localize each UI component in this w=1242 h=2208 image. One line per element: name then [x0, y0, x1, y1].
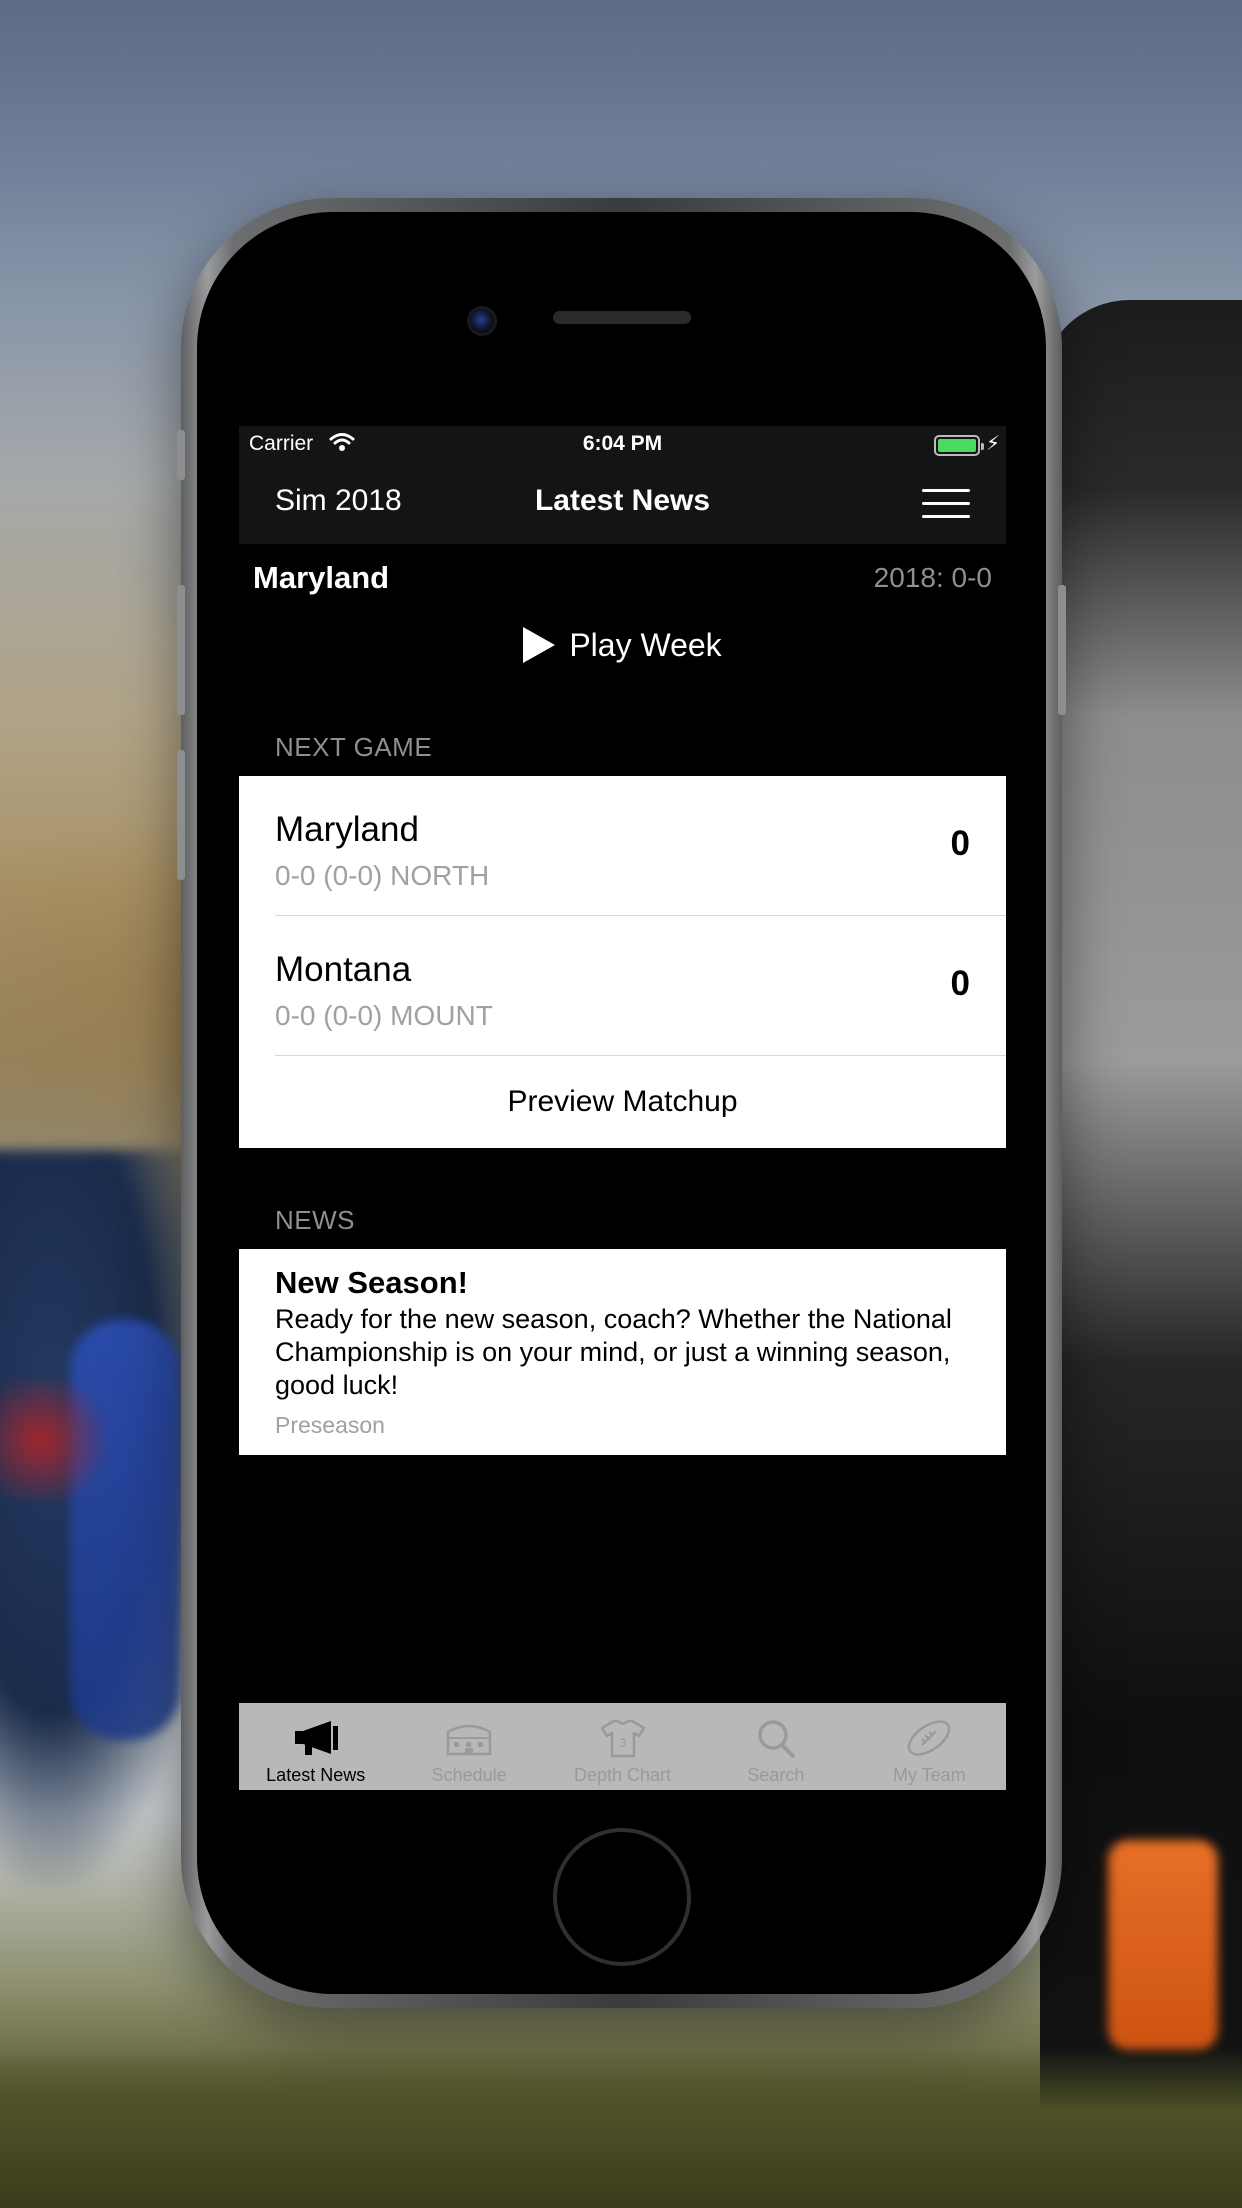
- news-timestamp: Preseason: [275, 1412, 385, 1438]
- svg-text:3: 3: [619, 1736, 626, 1750]
- team-header: Maryland 2018: 0-0: [239, 544, 1006, 604]
- game-row-away[interactable]: Montana 0-0 (0-0) MOUNT 0: [239, 916, 1006, 1055]
- tab-bar: Latest News Schedule 3 Depth Chart Searc…: [239, 1703, 1006, 1790]
- background-cone: [1108, 1840, 1218, 2050]
- app-screen: Carrier 6:04 PM ⚡ Sim 2018 Latest News M…: [239, 426, 1006, 1790]
- tab-label: My Team: [892, 1765, 966, 1785]
- news-body: Ready for the new season, coach? Whether…: [275, 1304, 952, 1400]
- preview-matchup-button[interactable]: Preview Matchup: [239, 1056, 1006, 1148]
- volume-down-button: [177, 750, 185, 880]
- power-button: [1058, 585, 1066, 715]
- home-team-record: 0-0 (0-0) NORTH: [275, 860, 490, 891]
- tab-label: Schedule: [431, 1765, 507, 1785]
- team-name: Maryland: [253, 560, 390, 595]
- background-player-detail: [0, 1380, 120, 1500]
- front-camera: [467, 306, 497, 336]
- home-team-score: 0: [950, 824, 970, 863]
- news-title: New Season!: [275, 1265, 468, 1300]
- news-header: NEWS: [275, 1205, 355, 1235]
- tab-latest-news[interactable]: Latest News: [239, 1703, 392, 1790]
- play-icon: [523, 627, 556, 663]
- game-row-home[interactable]: Maryland 0-0 (0-0) NORTH 0: [239, 776, 1006, 915]
- volume-up-button: [177, 585, 185, 715]
- megaphone-icon: [291, 1713, 341, 1763]
- away-team-score: 0: [950, 964, 970, 1003]
- tab-depth-chart[interactable]: 3 Depth Chart: [546, 1703, 699, 1790]
- next-game-card: Maryland 0-0 (0-0) NORTH 0 Montana 0-0 (…: [239, 776, 1006, 1148]
- navigation-bar: Sim 2018 Latest News: [239, 464, 1006, 544]
- tab-schedule[interactable]: Schedule: [392, 1703, 545, 1790]
- search-icon: [751, 1713, 801, 1763]
- play-week-button[interactable]: Play Week: [239, 620, 1006, 670]
- jersey-icon: 3: [598, 1713, 648, 1763]
- tab-label: Latest News: [266, 1765, 366, 1785]
- away-team-name: Montana: [275, 950, 412, 989]
- news-item[interactable]: New Season! Ready for the new season, co…: [239, 1249, 1006, 1455]
- play-week-label: Play Week: [569, 626, 722, 663]
- status-bar: Carrier 6:04 PM ⚡: [239, 426, 1006, 464]
- hamburger-menu-icon[interactable]: [922, 487, 970, 521]
- next-game-header: NEXT GAME: [275, 732, 433, 762]
- tab-search[interactable]: Search: [699, 1703, 852, 1790]
- season-record: 2018: 0-0: [873, 562, 992, 593]
- battery-icon: [934, 435, 984, 456]
- earpiece-speaker: [553, 311, 691, 324]
- home-button[interactable]: [553, 1828, 691, 1966]
- home-team-name: Maryland: [275, 810, 419, 849]
- charging-bolt-icon: ⚡: [985, 433, 1000, 455]
- battery-fill: [938, 439, 976, 452]
- stadium-icon: [444, 1713, 494, 1763]
- tab-label: Search: [747, 1765, 805, 1785]
- background-grass: [0, 2048, 1242, 2208]
- tab-my-team[interactable]: My Team: [853, 1703, 1006, 1790]
- away-team-record: 0-0 (0-0) MOUNT: [275, 1000, 493, 1031]
- page-title: Latest News: [534, 484, 711, 517]
- status-time: 6:04 PM: [582, 432, 663, 455]
- tab-label: Depth Chart: [573, 1765, 672, 1785]
- mute-switch: [177, 430, 185, 480]
- football-icon: [904, 1713, 954, 1763]
